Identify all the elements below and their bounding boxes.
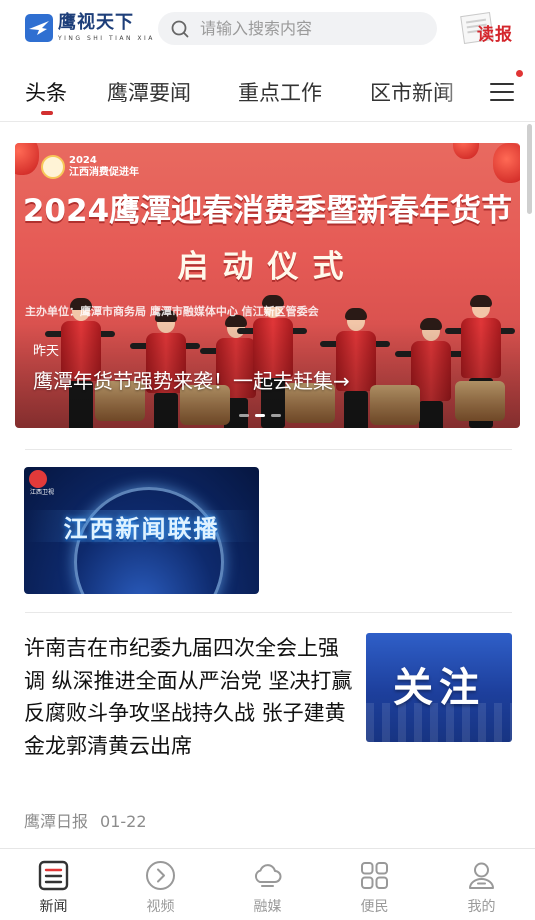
jiangxi-news-video-thumbnail[interactable]: 江西卫视 江西新闻联播 [24,467,259,594]
logo-name: 鹰视天下 [58,12,134,33]
video-title: 江西新闻联播 [63,515,220,543]
article-source: 鹰潭日报 [24,812,89,831]
app-logo[interactable]: 鹰视天下 YING SHI TIAN XIA [25,14,155,42]
read-newspaper-button[interactable]: 读报 [460,12,518,46]
scrollbar[interactable] [527,124,532,214]
nav-video[interactable]: 视频 [107,849,214,920]
logo-text: 鹰视天下 YING SHI TIAN XIA [58,12,155,43]
eagle-logo-icon [25,14,53,42]
search-icon [171,20,189,37]
grid-icon [361,862,388,889]
article-thumbnail[interactable]: 关注 [366,633,512,742]
nav-services-label: 便民 [360,899,389,915]
notification-dot [516,70,523,77]
carousel-indicator [239,414,281,417]
tv-channel-name: 江西卫视 [30,489,55,496]
tab-headlines[interactable]: 头条 [25,77,67,107]
user-icon [469,862,494,889]
nav-news[interactable]: 新闻 [0,849,107,920]
badge-label: 江西消费促进年 [69,167,139,178]
news-article-item[interactable]: 许南吉在市纪委九届四次全会上强调 纵深推进全面从严治党 坚决打赢反腐败斗争攻坚战… [24,632,512,837]
thumbnail-text: 关注 [393,665,485,711]
article-title[interactable]: 许南吉在市纪委九届四次全会上强调 纵深推进全面从严治党 坚决打赢反腐败斗争攻坚战… [24,632,359,762]
tabs-divider [0,121,535,122]
lantern-decoration [15,143,39,175]
app-screen: 鹰视天下 YING SHI TIAN XIA 读报 头条 鹰潭要闻 重点工作 区… [0,0,535,920]
channel-menu-button[interactable] [486,70,523,108]
video-play-icon [146,861,175,890]
channel-tabs: 头条 鹰潭要闻 重点工作 区市新闻 [0,62,535,122]
top-header: 鹰视天下 YING SHI TIAN XIA 读报 [0,0,535,60]
banner-event-title: 2024鹰潭迎春消费季暨新春年货节 [22,193,513,229]
nav-profile-label: 我的 [467,899,496,915]
nav-media-label: 融媒 [253,899,282,915]
nav-profile[interactable]: 我的 [428,849,535,920]
banner-organizer-text: 主办单位：鹰潭市商务局 鹰潭市融媒体中心 信江新区管委会 [25,305,319,318]
lantern-decoration [453,143,479,159]
tab-yingtan-news[interactable]: 鹰潭要闻 [107,77,191,107]
badge-emblem-icon [41,155,65,179]
nav-media[interactable]: 融媒 [214,849,321,920]
logo-pinyin: YING SHI TIAN XIA [58,35,155,42]
tabs-fade [440,62,480,120]
search-input[interactable] [200,19,430,38]
bottom-navigation: 新闻 视频 融媒 便民 我的 [0,848,535,920]
nav-video-label: 视频 [146,899,175,915]
banner-date: 昨天 [33,344,60,359]
article-meta: 鹰潭日报 01-22 [24,808,147,832]
carousel-dot[interactable] [239,414,249,417]
tab-key-work[interactable]: 重点工作 [238,77,322,107]
badge-text: 2024 江西消费促进年 [69,155,139,179]
read-newspaper-label: 读报 [477,25,513,45]
menu-icon [490,83,514,85]
carousel-dot-active[interactable] [255,414,265,417]
search-bar[interactable] [158,12,437,45]
news-icon [38,860,69,891]
banner-caption: 鹰潭年货节强势来袭！一起去赶集→ [33,369,350,393]
carousel-dot[interactable] [271,414,281,417]
menu-icon-line [490,91,514,93]
badge-year: 2024 [69,155,97,166]
tv-channel-logo-icon [29,470,47,488]
banner-carousel[interactable]: 2024 江西消费促进年 2024鹰潭迎春消费季暨新春年货节 启动仪式 主办单位… [15,143,520,428]
section-divider [25,612,512,613]
event-badge: 2024 江西消费促进年 [41,155,139,179]
lantern-decoration [493,143,520,183]
nav-news-label: 新闻 [39,899,68,915]
banner-event-subtitle: 启动仪式 [177,249,358,285]
nav-services[interactable]: 便民 [321,849,428,920]
cloud-icon [254,864,282,887]
section-divider [25,449,512,450]
active-tab-indicator [41,111,53,115]
menu-icon-line [490,99,514,101]
article-date: 01-22 [100,812,147,831]
